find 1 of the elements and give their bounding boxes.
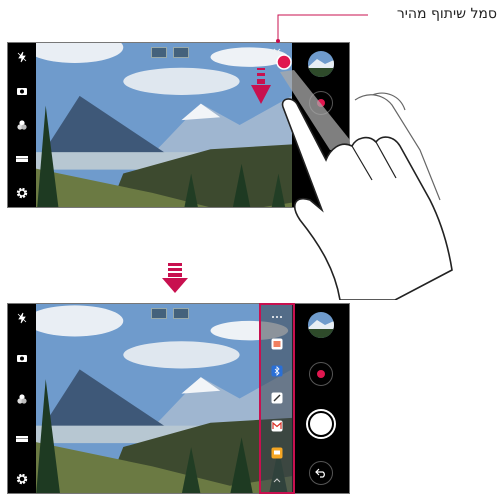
- callout-label: סמל שיתוף מהיר: [396, 6, 497, 22]
